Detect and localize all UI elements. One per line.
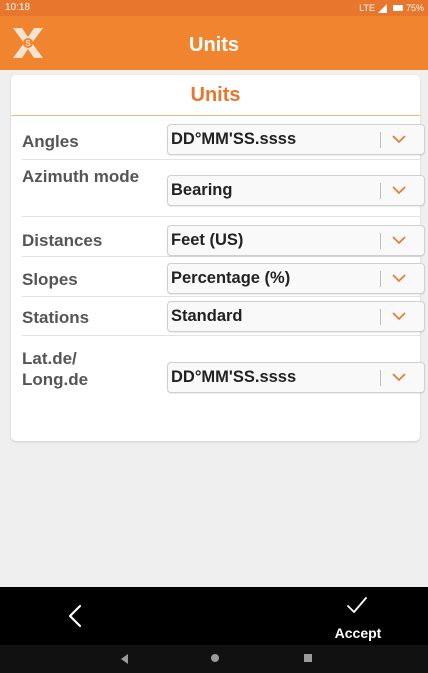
select-value: DD°MM'SS.ssss bbox=[171, 130, 297, 148]
select-divider bbox=[380, 233, 381, 249]
select-value: Feet (US) bbox=[171, 231, 244, 249]
page-title: Units bbox=[189, 34, 239, 56]
chevron-down-icon bbox=[392, 135, 406, 144]
chevron-down-icon bbox=[392, 236, 406, 245]
check-icon bbox=[347, 597, 367, 613]
stations-select[interactable]: Standard bbox=[167, 301, 425, 332]
row-label: Stations bbox=[22, 308, 90, 327]
chevron-down-icon bbox=[392, 312, 406, 321]
slopes-select[interactable]: Percentage (%) bbox=[167, 263, 425, 294]
select-divider bbox=[380, 132, 381, 148]
row-azimuth-mode: Azimuth mode Bearing bbox=[22, 160, 425, 217]
system-nav-bar bbox=[0, 645, 428, 673]
accept-button[interactable]: Accept bbox=[323, 592, 393, 644]
row-label: Azimuth mode bbox=[22, 167, 140, 186]
select-value: DD°MM'SS.ssss bbox=[171, 368, 297, 386]
chevron-down-icon bbox=[392, 373, 406, 382]
battery-level: 75% bbox=[405, 3, 424, 13]
status-bar: 10:18 LTE 75% bbox=[0, 0, 428, 16]
select-divider bbox=[380, 183, 381, 199]
bottom-action-bar: Accept bbox=[0, 587, 428, 645]
nav-home-icon[interactable] bbox=[211, 654, 219, 662]
distances-select[interactable]: Feet (US) bbox=[167, 225, 425, 256]
select-divider bbox=[380, 370, 381, 386]
units-card: Units Angles DD°MM'SS.ssss Azimuth mode … bbox=[11, 75, 425, 441]
row-distances: Distances Feet (US) bbox=[22, 217, 425, 257]
row-label: Slopes bbox=[22, 270, 78, 289]
nav-recents-icon[interactable] bbox=[304, 654, 312, 662]
row-stations: Stations Standard bbox=[22, 297, 425, 336]
azimuth-mode-select[interactable]: Bearing bbox=[167, 175, 425, 206]
select-value: Percentage (%) bbox=[171, 269, 291, 287]
select-divider bbox=[380, 271, 381, 287]
angles-select[interactable]: DD°MM'SS.ssss bbox=[167, 124, 425, 155]
chevron-left-icon bbox=[68, 604, 82, 628]
card-title: Units bbox=[11, 75, 420, 116]
row-slopes: Slopes Percentage (%) bbox=[22, 257, 425, 297]
select-divider bbox=[380, 309, 381, 325]
select-value: Standard bbox=[171, 307, 243, 325]
nav-back-icon[interactable] bbox=[121, 654, 128, 664]
accept-label: Accept bbox=[334, 625, 382, 641]
chevron-down-icon bbox=[392, 274, 406, 283]
network-type: LTE bbox=[359, 3, 375, 13]
back-button[interactable] bbox=[55, 592, 99, 640]
row-label: Distances bbox=[22, 231, 103, 250]
status-icons: LTE 75% bbox=[359, 0, 424, 16]
row-label: Angles bbox=[22, 132, 79, 151]
select-value: Bearing bbox=[171, 181, 233, 199]
chevron-down-icon bbox=[392, 186, 406, 195]
status-time: 10:18 bbox=[5, 2, 31, 13]
app-bar: S Units bbox=[0, 16, 428, 70]
lat-long-select[interactable]: DD°MM'SS.ssss bbox=[167, 362, 425, 393]
row-label: Lat.de/ Long.de bbox=[22, 349, 89, 389]
row-angles: Angles DD°MM'SS.ssss bbox=[22, 120, 425, 160]
battery-icon bbox=[392, 5, 403, 11]
signal-icon bbox=[377, 3, 387, 13]
row-lat-long: Lat.de/ Long.de DD°MM'SS.ssss bbox=[22, 336, 425, 418]
